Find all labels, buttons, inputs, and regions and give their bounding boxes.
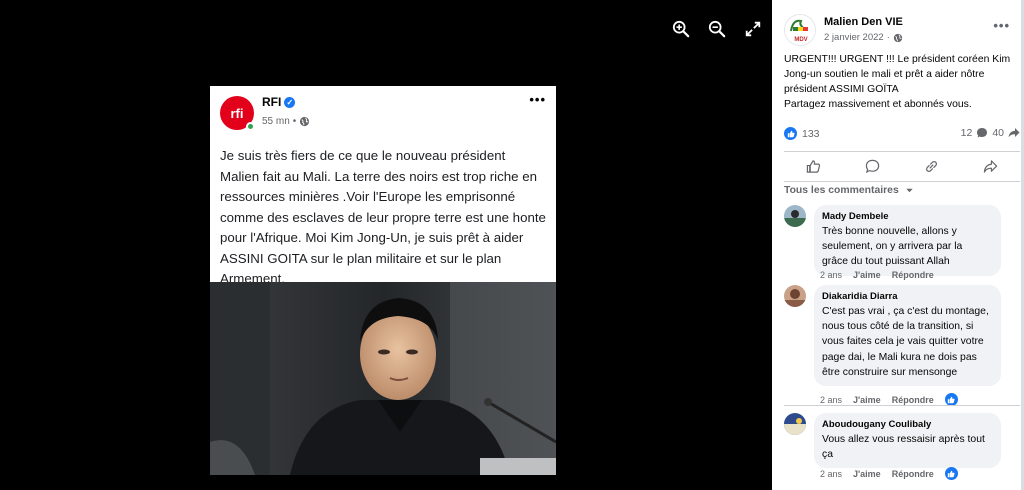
embedded-source-name: RFI ✓	[262, 95, 296, 109]
comment-author[interactable]: Diakaridia Diarra	[822, 290, 991, 304]
post-details-panel: MDV Malien Den VIE 2 janvier 2022 · ••• …	[772, 0, 1024, 490]
divider	[784, 181, 1020, 182]
commenter-avatar[interactable]	[784, 413, 806, 435]
globe-icon	[893, 33, 903, 42]
comment-like-reaction-icon[interactable]	[944, 467, 958, 480]
comment-age[interactable]: 2 ans	[820, 469, 842, 479]
comment-text: C'est pas vrai , ça c'est du montage, no…	[822, 306, 989, 378]
comment-reply-button[interactable]: Répondre	[892, 469, 934, 479]
photo-stage: rfi RFI ✓ 55 mn • ••• Je suis très fiers…	[0, 0, 772, 490]
commenter-avatar[interactable]	[784, 205, 806, 227]
like-reaction-icon	[784, 127, 797, 140]
more-options-icon: •••	[529, 92, 546, 107]
divider	[784, 405, 1020, 406]
comment-reply-button[interactable]: Répondre	[892, 395, 934, 405]
comment-actions: 2 ans J'aime Répondre	[820, 467, 958, 480]
comment-like-button[interactable]: J'aime	[853, 469, 881, 479]
thumbs-up-icon	[806, 159, 821, 173]
comment-icon	[865, 159, 880, 173]
online-status-dot	[246, 122, 255, 131]
fullscreen-icon[interactable]	[744, 20, 762, 38]
comment-like-button[interactable]: J'aime	[853, 395, 881, 405]
caret-down-icon	[906, 188, 913, 193]
comments-filter-dropdown[interactable]: Tous les commentaires	[784, 185, 914, 196]
comment-bubble: Aboudougany Coulibaly Vous allez vous re…	[814, 413, 1001, 469]
comment-like-button[interactable]: J'aime	[853, 270, 881, 280]
embedded-post-text: Je suis très fiers de ce que le nouveau …	[220, 148, 546, 286]
comment-reply-button[interactable]: Répondre	[892, 270, 934, 280]
zoom-out-icon[interactable]	[708, 20, 726, 38]
post-body-line: URGENT!!! URGENT !!! Le président coréen…	[784, 54, 1011, 95]
share-icon	[983, 159, 998, 173]
engagement-counts: 12 40	[961, 127, 1020, 139]
comment-author[interactable]: Aboudougany Coulibaly	[822, 418, 991, 432]
comment-author[interactable]: Mady Dembele	[822, 210, 991, 224]
post-body: URGENT!!! URGENT !!! Le président coréen…	[784, 52, 1016, 112]
post-body-line: Partagez massivement et abonnés vous.	[784, 99, 972, 110]
zoom-in-icon[interactable]	[672, 20, 690, 38]
shares-count[interactable]: 40	[992, 127, 1004, 139]
embedded-post-meta: 55 mn •	[262, 116, 310, 127]
comment-text: Très bonne nouvelle, allons y seulement,…	[822, 226, 963, 268]
post-actions	[784, 152, 1020, 180]
reactions-count: 133	[802, 127, 820, 140]
post-date[interactable]: 2 janvier 2022 ·	[824, 32, 903, 43]
copy-link-button[interactable]	[923, 157, 941, 175]
more-options-icon[interactable]: •••	[993, 18, 1010, 33]
like-button[interactable]	[805, 157, 823, 175]
comment-text: Vous allez vous ressaisir après tout ça	[822, 434, 985, 461]
comments-count[interactable]: 12	[961, 127, 973, 139]
comment-age[interactable]: 2 ans	[820, 270, 842, 280]
comment-actions: 2 ans J'aime Répondre	[820, 270, 934, 280]
comment-bubble: Mady Dembele Très bonne nouvelle, allons…	[814, 205, 1001, 276]
comment-button[interactable]	[864, 157, 882, 175]
photo-viewer: rfi RFI ✓ 55 mn • ••• Je suis très fiers…	[0, 0, 1024, 490]
page-name[interactable]: Malien Den VIE	[824, 16, 903, 28]
shared-photo[interactable]: rfi RFI ✓ 55 mn • ••• Je suis très fiers…	[210, 86, 556, 475]
verified-badge-icon: ✓	[284, 96, 296, 108]
comment-bubble: Diakaridia Diarra C'est pas vrai , ça c'…	[814, 285, 1001, 387]
portrait-photo	[210, 282, 556, 475]
globe-icon	[300, 116, 310, 127]
share-count-icon	[1008, 128, 1020, 138]
page-avatar[interactable]: MDV	[784, 14, 816, 46]
reactions-summary[interactable]: 133	[784, 127, 820, 140]
commenter-avatar[interactable]	[784, 285, 806, 307]
viewer-toolbar	[672, 20, 762, 38]
share-button[interactable]	[982, 157, 1000, 175]
svg-text:MDV: MDV	[794, 37, 807, 43]
embedded-post-header: rfi RFI ✓ 55 mn • •••	[210, 86, 556, 138]
link-icon	[925, 160, 938, 172]
comment-count-icon	[977, 128, 988, 138]
comment-age[interactable]: 2 ans	[820, 395, 842, 405]
